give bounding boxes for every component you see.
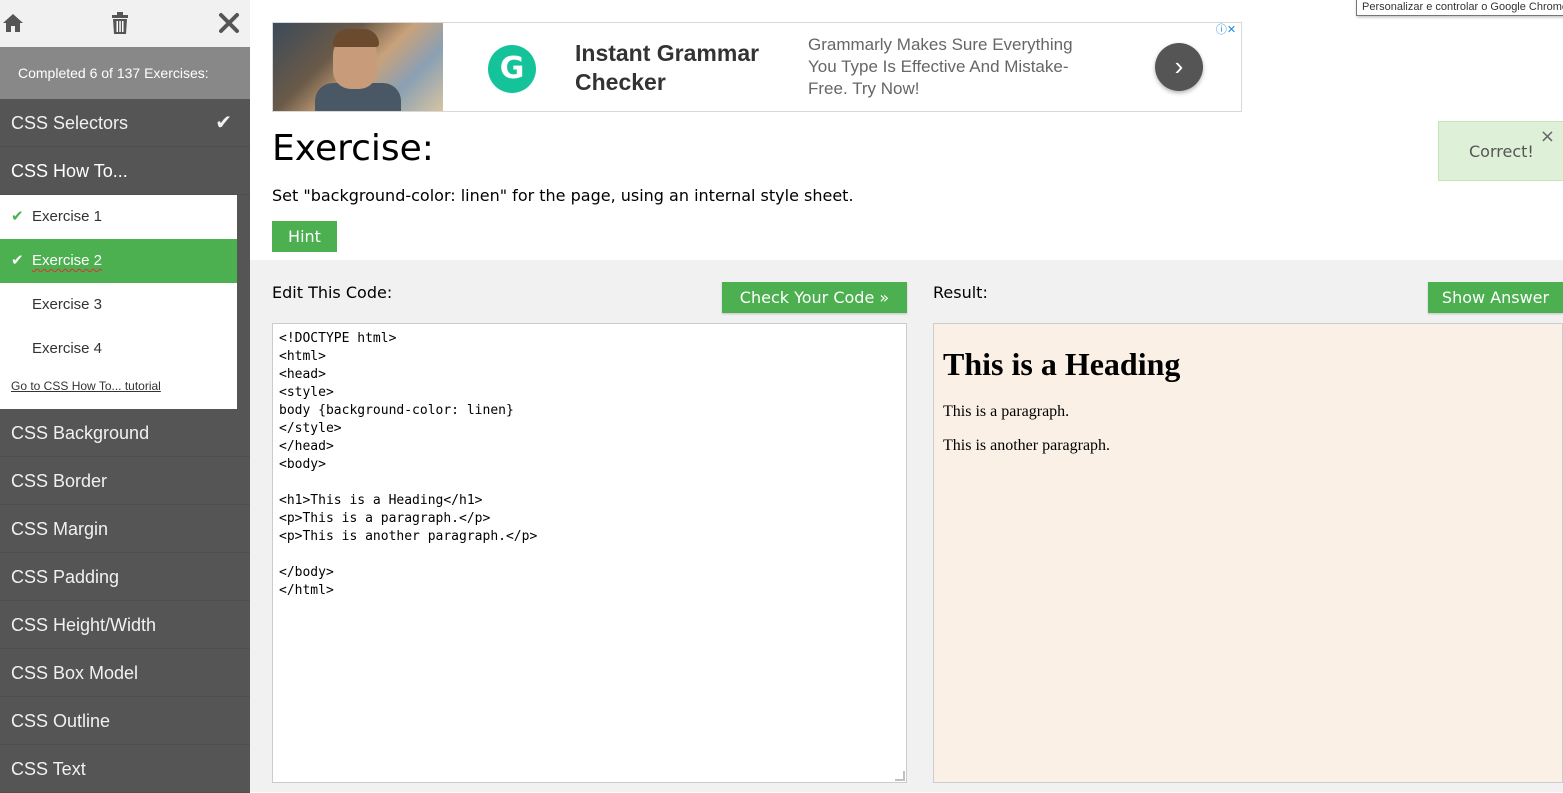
main-content: G Instant Grammar Checker Grammarly Make… [250, 0, 1563, 792]
sidebar: Completed 6 of 137 Exercises: CSS Select… [0, 0, 250, 793]
sidebar-item-css-margin[interactable]: CSS Margin [0, 505, 250, 553]
resize-handle-icon[interactable] [895, 771, 905, 781]
check-code-button[interactable]: Check Your Code » [722, 282, 907, 313]
grammarly-logo-icon: G [488, 45, 536, 93]
toast-close-icon[interactable]: × [1540, 126, 1555, 147]
ad-description: Grammarly Makes Sure Everything You Type… [808, 35, 1073, 98]
sidebar-item-label: CSS Margin [11, 519, 109, 539]
correct-toast: Correct! × [1438, 121, 1563, 181]
check-icon: ✔ [215, 112, 232, 134]
exercise-list: ✔ Exercise 1 ✔ Exercise 2 Exercise 3 Exe… [0, 195, 237, 409]
ad-choices-icon[interactable]: ⓘ✕ [1211, 23, 1241, 38]
toast-text: Correct! [1469, 142, 1534, 161]
hint-button[interactable]: Hint [272, 221, 337, 252]
sidebar-item-label: CSS How To... [11, 161, 128, 181]
sidebar-item-css-selectors[interactable]: CSS Selectors ✔ [0, 99, 250, 147]
ad-banner[interactable]: G Instant Grammar Checker Grammarly Make… [272, 22, 1242, 112]
tutorial-link[interactable]: Go to CSS How To... tutorial [11, 379, 161, 393]
check-icon: ✔ [11, 252, 24, 269]
exercise-item-4[interactable]: Exercise 4 [0, 327, 237, 371]
exercise-label: Exercise 3 [32, 296, 103, 313]
sidebar-item-css-border[interactable]: CSS Border [0, 457, 250, 505]
result-label: Result: [933, 283, 988, 302]
exercise-item-3[interactable]: Exercise 3 [0, 283, 237, 327]
progress-text: Completed 6 of 137 Exercises: [0, 47, 250, 99]
sidebar-item-css-box-model[interactable]: CSS Box Model [0, 649, 250, 697]
result-paragraph: This is a paragraph. [943, 403, 1070, 420]
ad-arrow-button[interactable]: › [1155, 43, 1203, 91]
exercise-label: Exercise 4 [32, 340, 103, 357]
workspace: Edit This Code: Check Your Code » Result… [250, 260, 1563, 792]
ad-title: Instant Grammar Checker [575, 40, 760, 95]
sidebar-item-css-outline[interactable]: CSS Outline [0, 697, 250, 745]
result-heading: This is a Heading [943, 346, 1181, 382]
exercise-label: Exercise 2 [32, 252, 103, 269]
browser-tooltip: Personalizar e controlar o Google Chrome [1356, 0, 1563, 16]
page-title: Exercise: [272, 128, 434, 169]
close-icon[interactable] [216, 10, 242, 36]
code-text: <!DOCTYPE html> <html> <head> <style> bo… [279, 331, 538, 598]
result-paragraph: This is another paragraph. [943, 437, 1111, 454]
sidebar-item-css-text[interactable]: CSS Text [0, 745, 250, 793]
sidebar-item-label: CSS Padding [11, 567, 120, 587]
sidebar-item-css-how-to[interactable]: CSS How To... [0, 147, 250, 195]
check-icon: ✔ [11, 208, 24, 225]
exercise-item-1[interactable]: ✔ Exercise 1 [0, 195, 237, 239]
exercise-item-2[interactable]: ✔ Exercise 2 [0, 239, 237, 283]
code-editor[interactable]: <!DOCTYPE html> <html> <head> <style> bo… [272, 323, 907, 783]
tutorial-link-row: Go to CSS How To... tutorial [0, 371, 237, 409]
home-icon[interactable] [0, 10, 26, 36]
sidebar-item-label: CSS Border [11, 471, 108, 491]
trash-icon[interactable] [107, 10, 133, 36]
edit-code-label: Edit This Code: [272, 283, 393, 302]
ad-photo [273, 23, 443, 111]
sidebar-item-label: CSS Selectors [11, 113, 129, 133]
sidebar-toolbar [0, 0, 250, 47]
sidebar-item-label: CSS Background [11, 423, 150, 443]
show-answer-button[interactable]: Show Answer [1428, 282, 1563, 313]
sidebar-item-label: CSS Text [11, 759, 86, 779]
result-frame: This is a Heading This is a paragraph. T… [933, 323, 1563, 783]
sidebar-item-css-height-width[interactable]: CSS Height/Width [0, 601, 250, 649]
sidebar-item-label: CSS Outline [11, 711, 111, 731]
exercise-description: Set "background-color: linen" for the pa… [272, 186, 854, 205]
exercise-label: Exercise 1 [32, 208, 103, 225]
sidebar-item-css-padding[interactable]: CSS Padding [0, 553, 250, 601]
sidebar-item-label: CSS Height/Width [11, 615, 157, 635]
sidebar-item-css-background[interactable]: CSS Background [0, 409, 250, 457]
sidebar-item-label: CSS Box Model [11, 663, 139, 683]
